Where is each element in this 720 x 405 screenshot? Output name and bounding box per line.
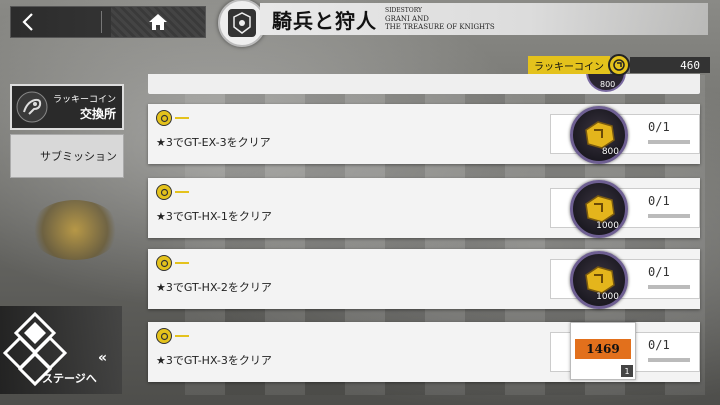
coin-tag-icon (156, 328, 172, 344)
currency-value: 460 (630, 57, 710, 73)
event-subtitle: SIDESTORY GRANI AND THE TREASURE OF KNIG… (385, 7, 495, 31)
progress-text: 0/1 (648, 265, 670, 279)
event-emblem (218, 0, 266, 47)
event-sub-line1: SIDESTORY (385, 7, 422, 14)
reward-lucky-coin[interactable]: 1000 (570, 180, 628, 238)
exchange-tab-line1: ラッキーコイン (52, 95, 116, 105)
nav-button-group (10, 6, 206, 38)
stage-button-label: ステージへ (42, 372, 97, 385)
reward-qty: 1 (621, 365, 633, 377)
top-bar: 騎兵と狩人 SIDESTORY GRANI AND THE TREASURE O… (0, 0, 720, 48)
currency-bar: ラッキーコイン 460 (528, 54, 710, 76)
reward-lucky-coin[interactable]: 800 (570, 106, 628, 164)
mission-card[interactable]: ★3でGT-HX-2をクリア 1000 0/1 (148, 249, 700, 309)
back-arrow-icon (22, 13, 33, 31)
mission-text: ★3でGT-HX-1をクリア (156, 210, 272, 223)
scorpion-emblem-icon (16, 91, 48, 123)
mission-tag (156, 184, 189, 200)
submission-tab-label: サブミッション (40, 150, 117, 163)
progress-text: 0/1 (648, 338, 670, 352)
mission-tag (156, 328, 189, 344)
tab-lucky-coin-exchange[interactable]: ラッキーコイン 交換所 (10, 84, 124, 130)
peek-reward-qty: 800 (600, 80, 616, 89)
currency-label: ラッキーコイン (528, 56, 610, 74)
mission-text: ★3でGT-HX-3をクリア (156, 354, 272, 367)
progress-bar (648, 358, 690, 362)
background-glow (30, 200, 120, 260)
coin-tag-icon (156, 184, 172, 200)
reward-lucky-coin[interactable]: 1000 (570, 251, 628, 309)
plate-number: 1469 (586, 342, 620, 356)
progress-bar (648, 140, 690, 144)
coin-tag-icon (156, 110, 172, 126)
exchange-tab-line2: 交換所 (79, 107, 116, 121)
chevron-left-icon: « (98, 350, 108, 366)
exchange-tab-text: ラッキーコイン 交換所 (52, 92, 122, 122)
plate-icon: 1469 (575, 339, 631, 359)
reward-qty: 800 (601, 147, 619, 157)
mission-tag (156, 110, 189, 126)
event-title-box: 騎兵と狩人 SIDESTORY GRANI AND THE TREASURE O… (260, 3, 708, 35)
progress-text: 0/1 (648, 120, 670, 134)
mission-text: ★3でGT-HX-2をクリア (156, 281, 272, 294)
mission-text: ★3でGT-EX-3をクリア (156, 136, 271, 149)
lucky-coin-icon (608, 54, 630, 76)
event-sub-line3: THE TREASURE OF KNIGHTS (385, 23, 495, 31)
mission-card[interactable]: ★3でGT-EX-3をクリア 800 0/1 (148, 104, 700, 164)
reward-qty: 1000 (596, 292, 619, 302)
tag-line (175, 117, 189, 119)
mission-card[interactable]: ★3でGT-HX-3をクリア 1469 1 0/1 (148, 322, 700, 382)
reward-qty: 1000 (596, 221, 619, 231)
exchange-tab-icon (12, 87, 52, 127)
progress-bar (648, 214, 690, 218)
event-sub-line2: GRANI AND (385, 15, 429, 23)
tag-line (175, 335, 189, 337)
peek-reward: 800 (586, 74, 626, 94)
home-button[interactable] (111, 7, 205, 37)
tag-line (175, 191, 189, 193)
tab-submission[interactable]: サブミッション (10, 134, 124, 178)
progress-text: 0/1 (648, 194, 670, 208)
home-icon (149, 14, 167, 30)
coin-tag-icon (156, 255, 172, 271)
go-to-stage-button[interactable]: « ステージへ (0, 306, 122, 394)
event-title: 騎兵と狩人 (272, 8, 377, 33)
mission-tag (156, 255, 189, 271)
event-header: 騎兵と狩人 SIDESTORY GRANI AND THE TREASURE O… (218, 0, 708, 47)
back-button[interactable] (11, 7, 95, 37)
knight-emblem-icon (228, 9, 256, 37)
mission-card[interactable]: ★3でGT-HX-1をクリア 1000 0/1 (148, 178, 700, 238)
tag-line (175, 262, 189, 264)
progress-bar (648, 285, 690, 289)
nav-divider (101, 11, 102, 33)
reward-license-plate[interactable]: 1469 1 (570, 322, 636, 380)
